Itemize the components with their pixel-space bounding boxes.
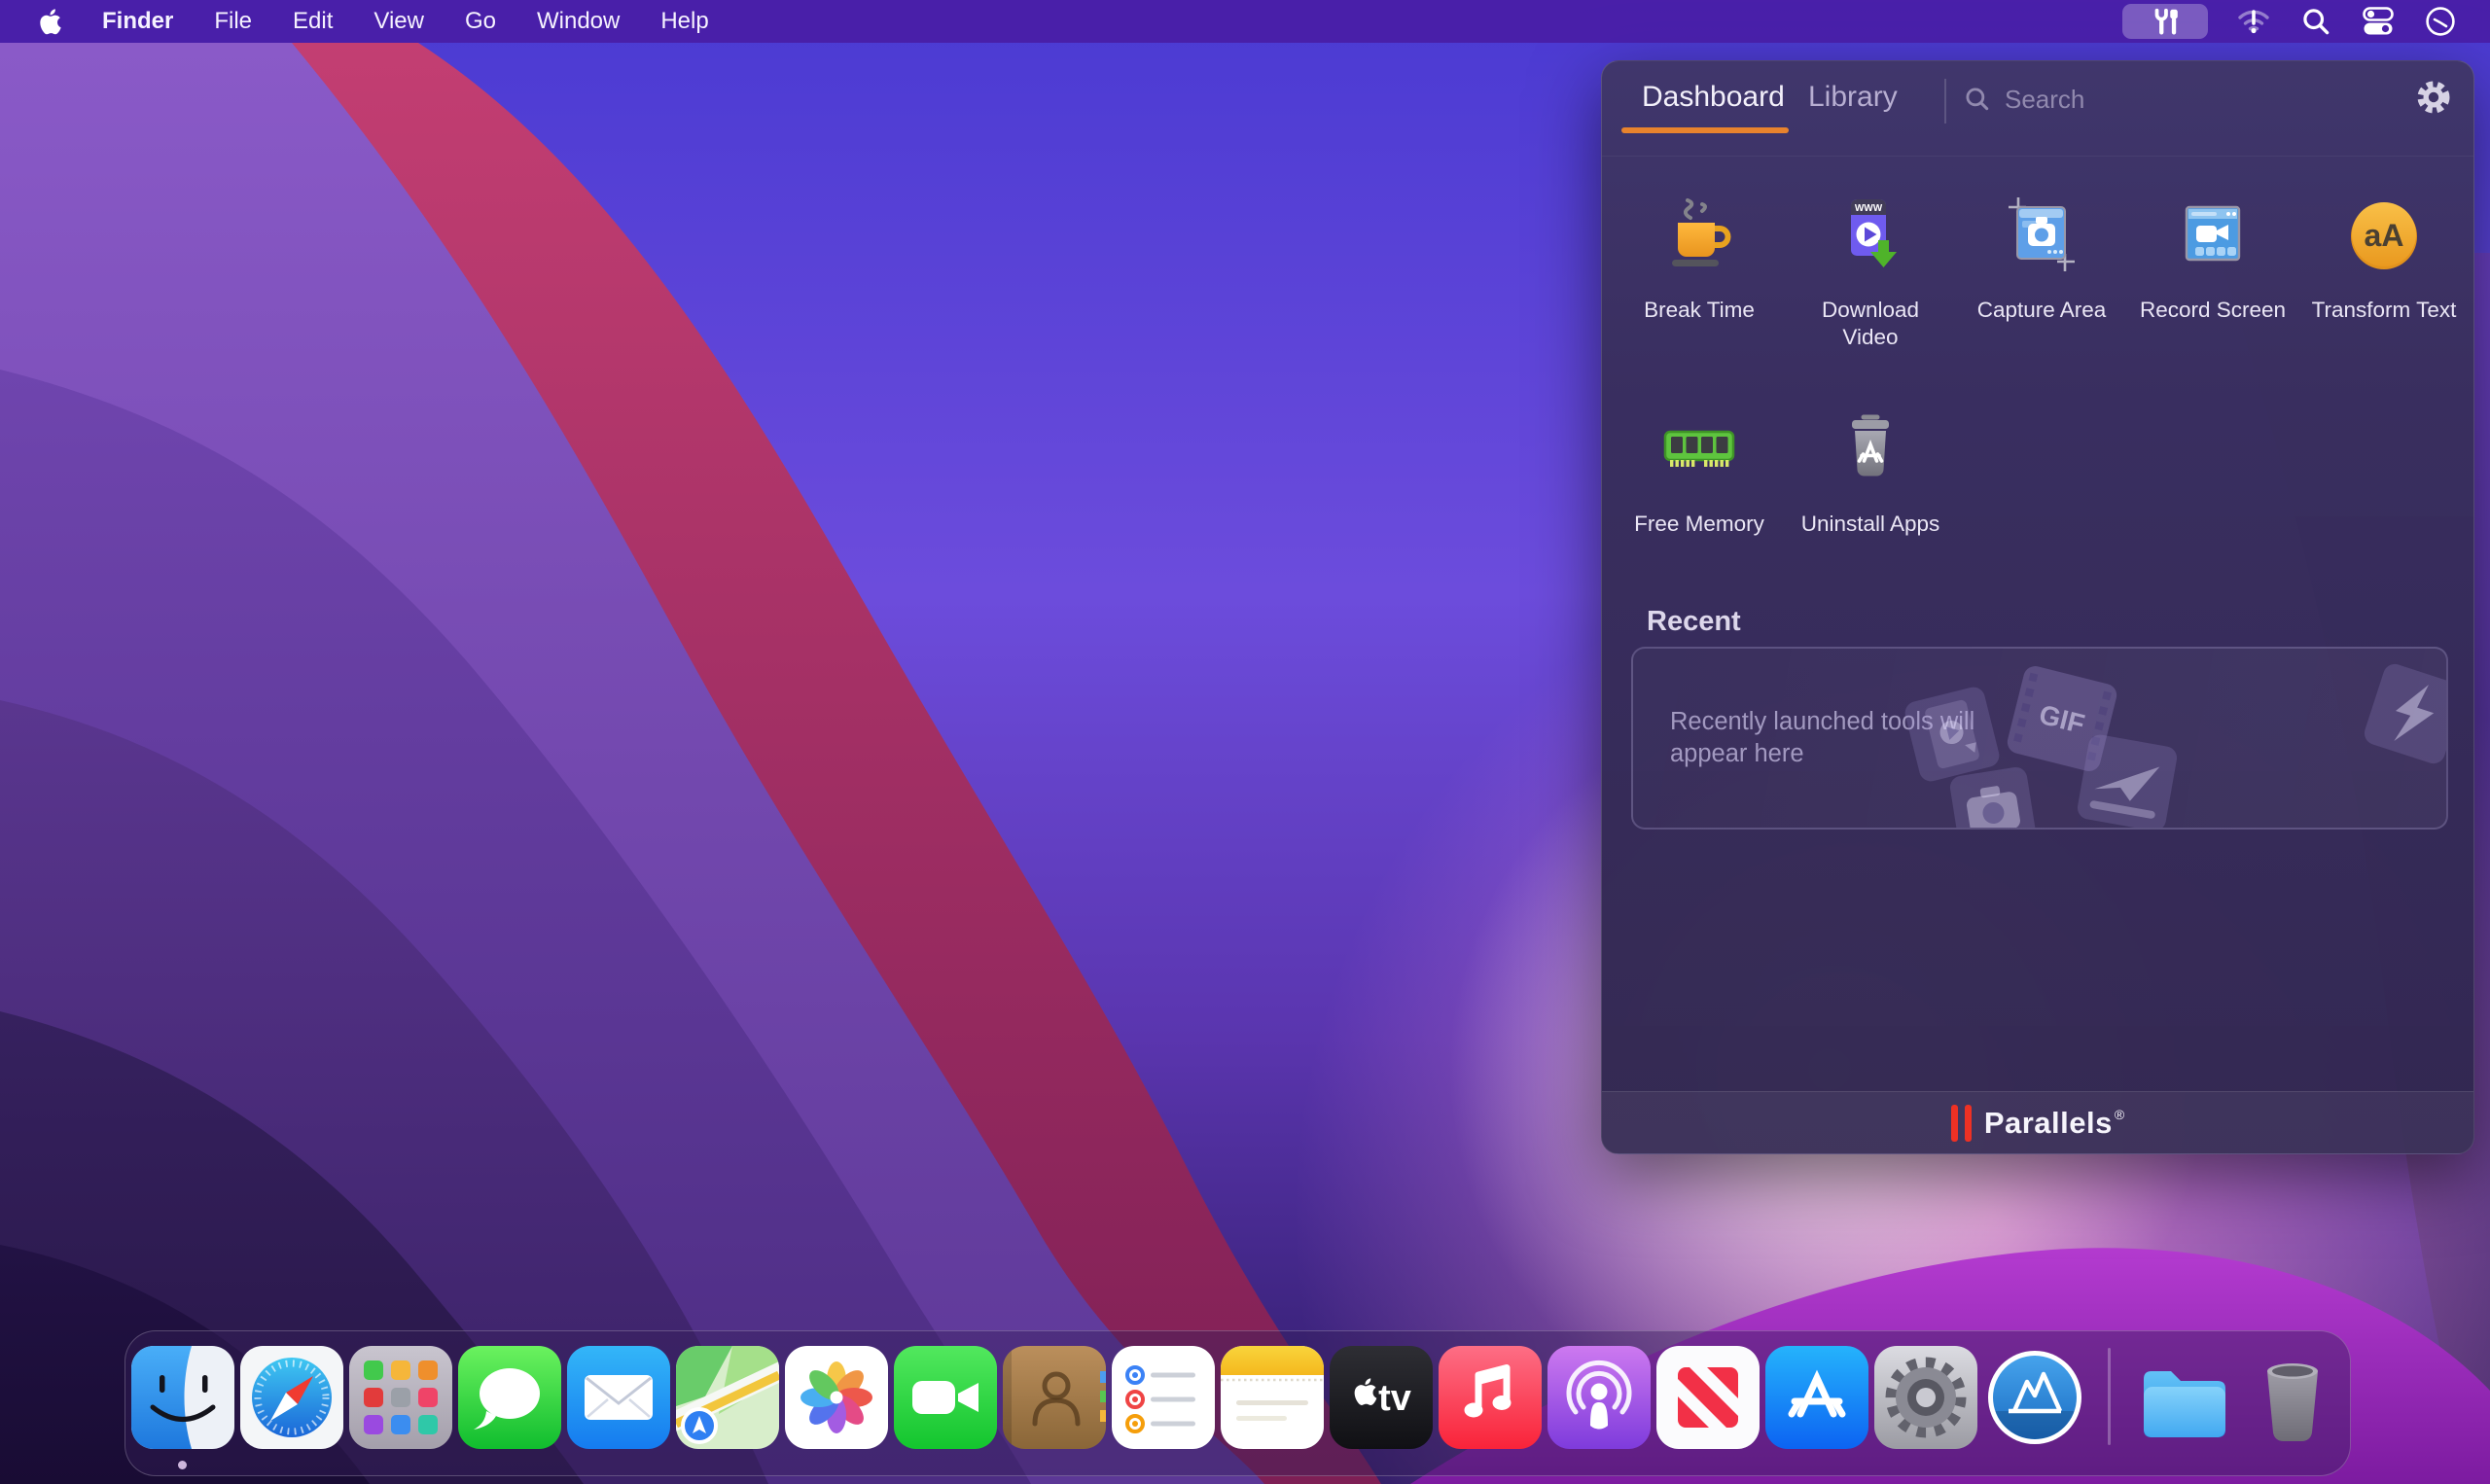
panel-footer: Parallels ® — [1602, 1091, 2473, 1153]
dock-downloads-folder-icon[interactable] — [2132, 1346, 2235, 1449]
tool-label: Record Screen — [2139, 298, 2287, 322]
transform-text-icon: aA — [2343, 190, 2425, 275]
wrench-screwdriver-icon — [2154, 8, 2178, 35]
break-time-icon — [1658, 190, 1740, 275]
recent-empty-box: Recently launched tools will appear here… — [1631, 647, 2448, 830]
svg-text:WWW: WWW — [1855, 203, 1883, 214]
tool-download-video[interactable]: WWW Download Video — [1785, 190, 1956, 351]
parallels-logo-text: Parallels — [1983, 1105, 2113, 1140]
parallels-toolbox-menu-button[interactable] — [2122, 4, 2208, 39]
spotlight-search-icon[interactable] — [2299, 5, 2332, 38]
dock-podcasts-icon[interactable] — [1547, 1346, 1651, 1449]
registered-mark: ® — [2114, 1106, 2125, 1122]
dock-finder-icon[interactable] — [131, 1346, 234, 1449]
clock-icon[interactable] — [2424, 5, 2457, 38]
ghost-camera-tile-icon — [1948, 765, 2038, 828]
tool-capture-area[interactable]: Capture Area — [1956, 190, 2127, 324]
dock-mail-icon[interactable] — [567, 1346, 670, 1449]
parallels-logo: Parallels ® — [1950, 1104, 2125, 1142]
dock-news-icon[interactable] — [1656, 1346, 1760, 1449]
menu-bar: Finder File Edit View Go Window Help — [0, 0, 2490, 43]
menu-window[interactable]: Window — [537, 8, 620, 35]
svg-text:GIF: GIF — [2036, 699, 2087, 739]
dock-divider — [2108, 1348, 2111, 1445]
tool-record-screen[interactable]: Record Screen — [2127, 190, 2298, 324]
parallels-logo-bar — [1950, 1104, 1958, 1142]
tool-label: Break Time — [1644, 298, 1755, 322]
ghost-airplane-tile-icon — [2076, 732, 2179, 828]
menu-go[interactable]: Go — [465, 8, 496, 35]
dock-music-icon[interactable] — [1439, 1346, 1542, 1449]
dock-contacts-icon[interactable] — [1003, 1346, 1106, 1449]
tab-dashboard[interactable]: Dashboard — [1642, 81, 1785, 114]
apple-menu-icon[interactable] — [35, 8, 61, 35]
dock-facetime-icon[interactable] — [894, 1346, 997, 1449]
dock-maps-icon[interactable] — [676, 1346, 779, 1449]
panel-header: Dashboard Library — [1602, 61, 2473, 157]
tool-label: Transform Text — [2311, 298, 2457, 322]
search-input[interactable] — [2005, 84, 2335, 115]
search-icon — [1966, 88, 1989, 111]
recent-section-title: Recent — [1647, 606, 1741, 637]
dock-trash-icon[interactable] — [2241, 1346, 2344, 1449]
menu-edit[interactable]: Edit — [293, 8, 333, 35]
menu-file[interactable]: File — [214, 8, 252, 35]
dock-system-preferences-icon[interactable] — [1874, 1346, 1977, 1449]
control-center-icon[interactable] — [2362, 5, 2395, 38]
dock-apple-tv-icon[interactable]: tv — [1330, 1346, 1433, 1449]
svg-text:tv: tv — [1378, 1378, 1411, 1419]
settings-gear-icon[interactable] — [2415, 79, 2452, 116]
tool-transform-text[interactable]: aA Transform Text — [2298, 190, 2470, 324]
parallels-logo-bar — [1964, 1104, 1972, 1142]
header-divider — [1944, 79, 1946, 124]
ghost-flash-tile-icon — [2361, 660, 2446, 767]
tool-label: Free Memory — [1634, 512, 1764, 536]
desktop: Finder File Edit View Go Window Help Das… — [0, 0, 2490, 1484]
parallels-toolbox-panel: Dashboard Library Search Break Time WWW … — [1601, 60, 2474, 1154]
dock-messages-icon[interactable] — [458, 1346, 561, 1449]
tool-label: Uninstall Apps — [1800, 512, 1940, 536]
wifi-alert-icon[interactable] — [2237, 5, 2270, 38]
download-video-icon: WWW — [1830, 190, 1911, 275]
dock: tv — [124, 1330, 2351, 1476]
dock-launchpad-icon[interactable] — [349, 1346, 452, 1449]
dock-notes-icon[interactable] — [1221, 1346, 1324, 1449]
tool-label: Capture Area — [1976, 298, 2107, 322]
search-field[interactable] — [1964, 75, 2392, 124]
dock-reminders-icon[interactable] — [1112, 1346, 1215, 1449]
menu-app-finder[interactable]: Finder — [102, 8, 173, 35]
menu-bar-left: Finder File Edit View Go Window Help — [0, 8, 709, 35]
svg-text:aA: aA — [2365, 218, 2404, 253]
menu-help[interactable]: Help — [660, 8, 708, 35]
tab-library[interactable]: Library — [1808, 81, 1898, 114]
tool-break-time[interactable]: Break Time — [1614, 190, 1785, 324]
uninstall-apps-icon — [1830, 404, 1911, 489]
capture-area-icon — [2001, 190, 2082, 275]
dock-safari-icon[interactable] — [240, 1346, 343, 1449]
free-memory-icon — [1658, 404, 1740, 489]
dock-app-store-icon[interactable] — [1765, 1346, 1868, 1449]
dock-photos-icon[interactable] — [785, 1346, 888, 1449]
menu-bar-status — [2122, 4, 2490, 39]
active-tab-underline — [1621, 127, 1789, 133]
tool-label: Download Video — [1821, 298, 1920, 349]
finder-running-indicator — [178, 1461, 187, 1469]
tool-free-memory[interactable]: Free Memory — [1614, 404, 1785, 538]
record-screen-icon — [2172, 190, 2254, 275]
dock-parallels-toolbox-icon[interactable] — [1983, 1346, 2086, 1449]
menu-view[interactable]: View — [374, 8, 424, 35]
tool-uninstall-apps[interactable]: Uninstall Apps — [1785, 404, 1956, 538]
